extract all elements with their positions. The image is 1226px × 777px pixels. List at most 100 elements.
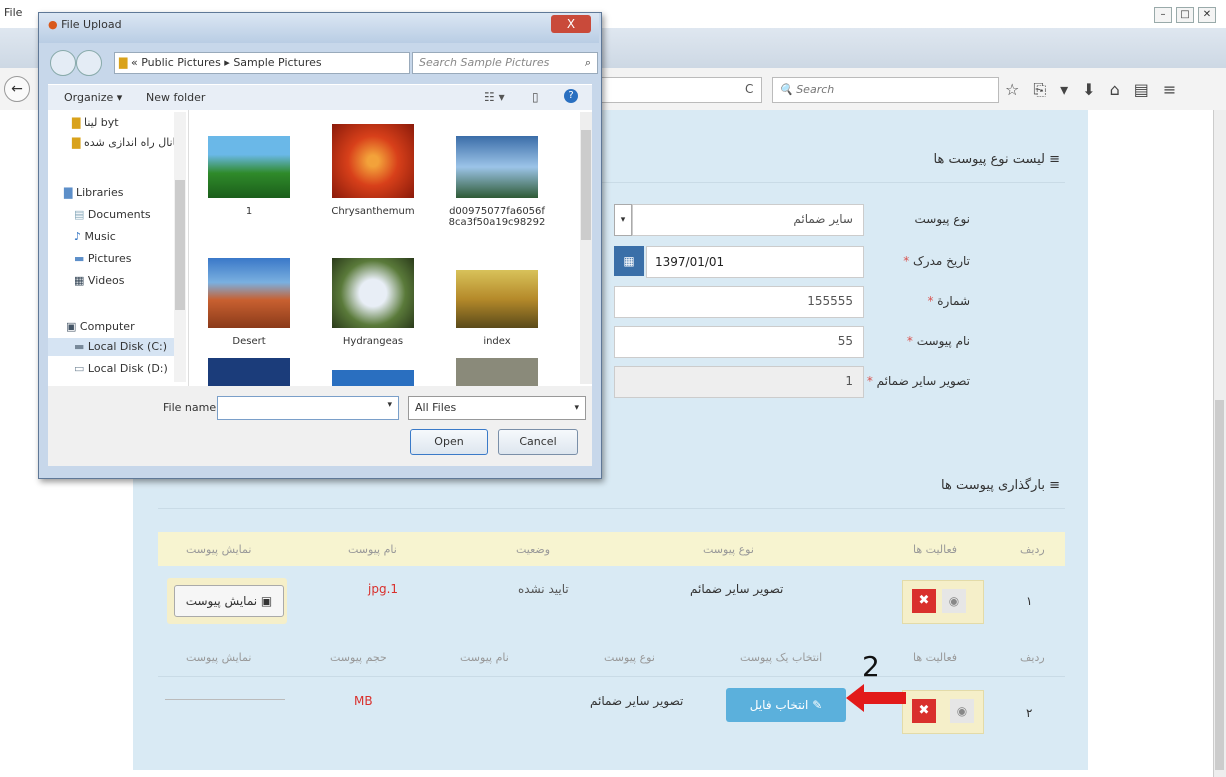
- th-type: نوع پیوست: [703, 543, 754, 556]
- document-date-field[interactable]: 1397/01/01: [646, 246, 864, 278]
- number-field[interactable]: 155555: [614, 286, 864, 318]
- file-name[interactable]: Hydrangeas: [323, 336, 423, 347]
- divider: [158, 676, 1065, 677]
- document-date-label: تاریخ مدرک *: [903, 254, 970, 268]
- new-folder-button[interactable]: New folder: [146, 91, 205, 104]
- view-attachment-button[interactable]: ▣ نمایش پیوست: [174, 585, 284, 617]
- reload-icon[interactable]: C: [745, 82, 753, 96]
- view-icon[interactable]: ◉: [950, 699, 974, 723]
- file-list-scrollbar-thumb[interactable]: [581, 130, 591, 240]
- th-name: نام پیوست: [348, 543, 397, 556]
- delete-icon[interactable]: ✖: [912, 699, 936, 723]
- table1-header: ردیف فعالیت ها نوع پیوست وضعیت نام پیوست…: [158, 532, 1065, 566]
- attachment-name-field[interactable]: 55: [614, 326, 864, 358]
- table2-header: ردیف فعالیت ها انتخاب یک پیوست نوع پیوست…: [158, 640, 1065, 674]
- file-thumbnail[interactable]: [332, 370, 414, 386]
- dialog-back-icon[interactable]: [50, 50, 76, 76]
- tree-item[interactable]: ▬ Pictures: [74, 252, 131, 265]
- th-type: نوع پیوست: [604, 651, 655, 664]
- cancel-button[interactable]: Cancel: [498, 429, 578, 455]
- th-view: نمایش پیوست: [186, 543, 252, 556]
- file-thumbnail[interactable]: [208, 258, 290, 328]
- tree-item[interactable]: ▇ Libraries: [64, 186, 123, 199]
- file-thumbnail[interactable]: [456, 358, 538, 386]
- file-thumbnail[interactable]: [456, 136, 538, 198]
- chevron-down-icon[interactable]: ▾: [614, 204, 632, 236]
- file-list: 1 Chrysanthemum d00975077fa6056f8ca3f50a…: [190, 110, 582, 386]
- open-button[interactable]: Open: [410, 429, 488, 455]
- search-placeholder: Search: [796, 83, 835, 96]
- attachment-name-label: نام پیوست *: [906, 334, 970, 348]
- file-thumbnail[interactable]: [208, 358, 290, 386]
- th-index: ردیف: [1020, 543, 1045, 556]
- url-bar[interactable]: [600, 77, 762, 103]
- file-thumbnail[interactable]: [332, 258, 414, 328]
- file-name[interactable]: d00975077fa6056f8ca3f50a19c98292: [447, 206, 547, 228]
- field-value: 1: [845, 374, 853, 388]
- chevron-down-icon[interactable]: ▾: [387, 400, 392, 410]
- browser-search-input[interactable]: 🔍 Search: [772, 77, 999, 103]
- tree-item[interactable]: ▬ Local Disk (C:): [74, 340, 167, 353]
- page-scrollbar-thumb[interactable]: [1215, 400, 1224, 770]
- th-index: ردیف: [1020, 651, 1045, 664]
- choose-file-button[interactable]: ✎ انتخاب فایل: [726, 688, 846, 722]
- field-value: 155555: [807, 294, 853, 308]
- file-thumbnail[interactable]: [208, 136, 290, 198]
- file-name[interactable]: Desert: [199, 336, 299, 347]
- calendar-icon[interactable]: ▦: [614, 246, 644, 276]
- row-size: MB: [354, 694, 373, 708]
- folder-icon: ▇: [119, 56, 128, 69]
- delete-icon[interactable]: ✖: [912, 589, 936, 613]
- tree-item[interactable]: ♪ Music: [74, 230, 116, 243]
- section-title-text: لیست نوع پیوست ها: [933, 152, 1045, 167]
- divider: [600, 182, 1065, 183]
- tree-item[interactable]: ▭ Local Disk (D:): [74, 362, 168, 375]
- tree-item[interactable]: ▣ Computer: [66, 320, 135, 333]
- th-actions: فعالیت ها: [913, 543, 958, 556]
- attachment-type-select[interactable]: سایر ضمائم: [632, 204, 864, 236]
- restore-icon[interactable]: □: [1176, 7, 1194, 23]
- minimize-icon[interactable]: –: [1154, 7, 1172, 23]
- dialog-forward-icon[interactable]: [76, 50, 102, 76]
- navigation-pane: ▇ لینا byt ▇ کانال راه اندازی شده ▇ Libr…: [48, 110, 189, 386]
- empty-view-placeholder: [165, 699, 285, 700]
- section-attachment-types-title: ≡ لیست نوع پیوست ها: [933, 152, 1061, 167]
- row-status: تایید نشده: [518, 582, 569, 596]
- file-name-input[interactable]: ▾: [217, 396, 399, 420]
- row-index: ٢: [1026, 706, 1033, 720]
- section-upload-title: ≡ بارگذاری پیوست ها: [941, 478, 1060, 493]
- toolbar-icons[interactable]: ☆⎘▾⬇⌂▤≡: [1005, 80, 1190, 100]
- file-thumbnail[interactable]: [456, 270, 538, 328]
- tree-item[interactable]: ▤ Documents: [74, 208, 151, 221]
- help-icon[interactable]: ?: [564, 89, 578, 103]
- th-actions: فعالیت ها: [913, 651, 958, 664]
- tree-item[interactable]: ▇ لینا byt: [72, 116, 119, 129]
- tree-item[interactable]: ▦ Videos: [74, 274, 124, 287]
- menu-file[interactable]: File: [4, 6, 22, 19]
- dialog-search-input[interactable]: Search Sample Pictures ⌕: [412, 52, 598, 74]
- preview-pane-icon[interactable]: ▯: [532, 90, 539, 104]
- view-icon[interactable]: ◉: [942, 589, 966, 613]
- annotation-arrow-icon: [846, 684, 906, 712]
- th-size: حجم پیوست: [330, 651, 387, 664]
- file-name[interactable]: index: [447, 336, 547, 347]
- file-name-label: File name:: [163, 401, 220, 414]
- back-button[interactable]: ←: [4, 76, 30, 102]
- close-icon[interactable]: ✕: [1198, 7, 1216, 23]
- file-type-select[interactable]: All Files ▾: [408, 396, 586, 420]
- dialog-path-bar[interactable]: ▇ « Public Pictures ▸ Sample Pictures: [114, 52, 410, 74]
- file-name[interactable]: 1: [199, 206, 299, 217]
- attachment-type-label: نوع پیوست: [914, 212, 970, 226]
- view-options-icon[interactable]: ☷ ▾: [484, 90, 505, 104]
- other-attachments-image-label: تصویر سایر ضمائم *: [866, 374, 970, 388]
- file-name[interactable]: Chrysanthemum: [323, 206, 423, 217]
- row-file-name[interactable]: jpg.1: [368, 582, 398, 596]
- organize-menu[interactable]: Organize ▾: [64, 91, 122, 104]
- navigation-scrollbar-thumb[interactable]: [175, 180, 185, 310]
- row-type: تصویر سایر ضمائم: [690, 582, 784, 596]
- search-icon: 🔍 Search: [779, 83, 835, 96]
- other-attachments-image-field: 1: [614, 366, 864, 398]
- file-thumbnail[interactable]: [332, 124, 414, 198]
- dialog-close-button[interactable]: X: [551, 15, 591, 33]
- tree-item[interactable]: ▇ کانال راه اندازی شده: [72, 136, 181, 149]
